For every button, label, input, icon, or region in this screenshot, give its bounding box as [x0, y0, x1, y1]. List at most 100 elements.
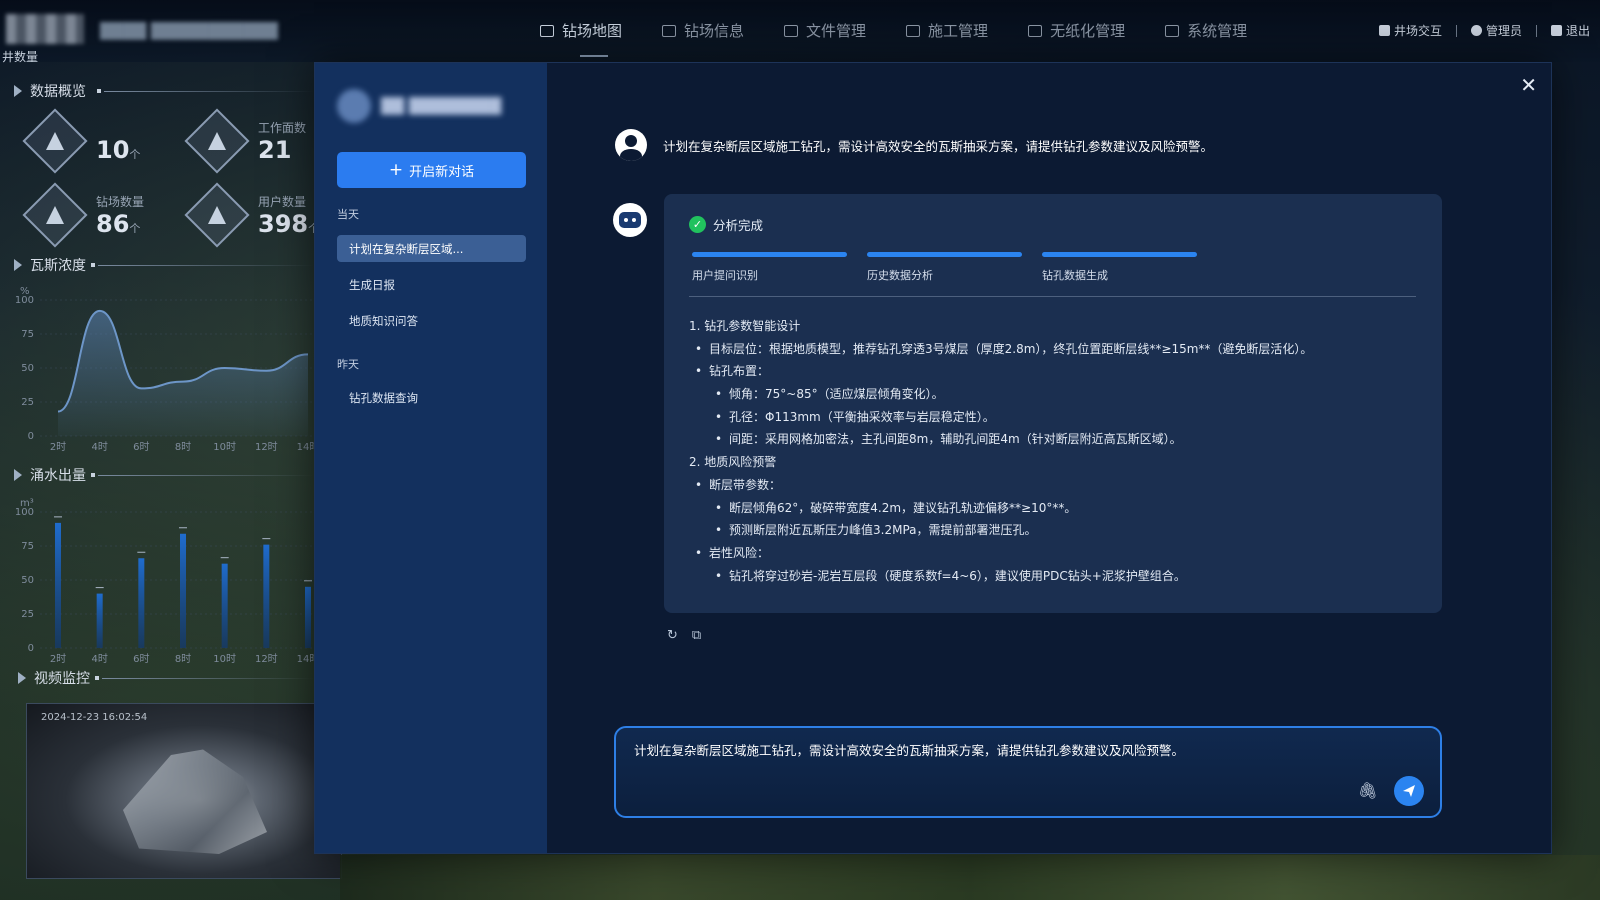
new-chat-button[interactable]: + 开启新对话 — [337, 152, 526, 188]
paperclip-icon[interactable]: 🖇 — [1358, 781, 1378, 800]
stat-card: 钻场数量 86个 — [22, 182, 144, 248]
mountain-icon — [22, 182, 88, 248]
answer-line: • 钻孔布置： — [689, 360, 1429, 383]
video-feed[interactable]: 2024-12-23 16:02:54 — [26, 703, 342, 879]
logout-button[interactable]: 退出 — [1550, 22, 1590, 39]
interaction-button[interactable]: 井场交互 — [1378, 22, 1442, 39]
new-chat-label: 开启新对话 — [409, 164, 475, 180]
top-navigation-bar: ████ ███████████ 井数量 钻场地图 钻场信息 文件管理 施工管理… — [0, 0, 1600, 64]
analysis-status: ✓ 分析完成 — [689, 215, 763, 234]
section-title-text: 视频监控 — [34, 671, 90, 687]
stat-value: 86个 — [96, 210, 141, 238]
history-group-label: 当天 — [337, 208, 359, 221]
folder-icon — [784, 24, 799, 37]
answer-line-text: 钻孔布置： — [709, 364, 770, 379]
history-item[interactable]: 生成日报 — [337, 271, 526, 298]
water-bar — [138, 558, 145, 648]
nav-item-system[interactable]: 系统管理 — [1165, 20, 1247, 41]
chat-input[interactable]: 计划在复杂断层区域施工钻孔，需设计高效安全的瓦斯抽采方案，请提供钻孔参数建议及风… — [634, 740, 1184, 759]
user-name: 管理员 — [1485, 24, 1522, 38]
assistant-answer-card: ✓ 分析完成 用户提问识别 历史数据分析 钻孔数据生成 1. 钻孔参数智能设计 •… — [664, 194, 1442, 613]
caret-icon — [14, 469, 22, 481]
nav-item-construction[interactable]: 施工管理 — [906, 20, 988, 41]
answer-line-text: 钻孔将穿过砂岩-泥岩互层段（硬度系数f=4~6），建议使用PDC钻头+泥浆护壁组… — [729, 568, 1186, 583]
section-title-text: 涌水出量 — [30, 468, 86, 484]
y-tick-label: 50 — [21, 363, 34, 374]
history-group-label: 昨天 — [337, 358, 359, 371]
answer-line-text: 间距：采用网格加密法，主孔间距8m，辅助孔间距4m（针对断层附近高瓦斯区域）。 — [729, 432, 1182, 447]
caret-icon — [18, 672, 26, 684]
chat-input-box[interactable]: 计划在复杂断层区域施工钻孔，需设计高效安全的瓦斯抽采方案，请提供钻孔参数建议及风… — [614, 726, 1442, 818]
overview-section-title: 数据概览 — [14, 81, 86, 101]
water-bar — [55, 522, 61, 648]
send-button[interactable] — [1394, 776, 1424, 806]
history-item[interactable]: 计划在复杂断层区域... — [337, 235, 526, 262]
nav-item-file-management[interactable]: 文件管理 — [784, 20, 866, 41]
answer-line: • 倾角：75°~85°（适应煤层倾角变化）。 — [689, 383, 1429, 406]
step-progress-bar — [867, 252, 1022, 257]
x-tick-label: 8时 — [175, 441, 191, 453]
answer-line-text: 断层带参数： — [709, 477, 782, 492]
y-tick-label: 75 — [21, 329, 34, 340]
answer-line-text: 2. 地质风险预警 — [689, 455, 777, 470]
mountain-icon — [184, 182, 250, 248]
x-tick-label: 6时 — [133, 653, 149, 665]
answer-line-text: 倾角：75°~85°（适应煤层倾角变化）。 — [729, 387, 944, 402]
y-tick-label: 100 — [15, 507, 34, 518]
nav-item-label: 无纸化管理 — [1050, 22, 1126, 40]
water-bar — [221, 563, 228, 648]
nav-item-site-map[interactable]: 钻场地图 — [540, 20, 622, 41]
ai-chat-modal: ██ ████████ + 开启新对话 当天 计划在复杂断层区域... 生成日报… — [314, 62, 1552, 854]
water-inflow-chart: m³02550751002时 4时 6时 8时 10时 12时 14时 — [15, 498, 319, 665]
gas-section-title: 瓦斯浓度 — [14, 255, 86, 275]
answer-line: • 孔径：Φ113mm（平衡抽采效率与岩层稳定性）。 — [689, 406, 1429, 429]
nav-item-site-info[interactable]: 钻场信息 — [662, 20, 744, 41]
history-item[interactable]: 钻孔数据查询 — [337, 384, 526, 411]
bullet-icon: • — [715, 432, 723, 447]
send-icon — [1403, 785, 1415, 797]
answer-line: 2. 地质风险预警 — [689, 451, 1429, 474]
stat-card: 工作面数 21 — [184, 108, 307, 174]
user-menu[interactable]: 管理员 — [1470, 22, 1522, 39]
plus-icon: + — [388, 159, 404, 180]
answer-line: 1. 钻孔参数智能设计 — [689, 315, 1429, 338]
divider — [102, 678, 314, 679]
step-label: 历史数据分析 — [867, 269, 933, 282]
user-avatar-icon — [615, 129, 647, 161]
stat-label: 工作面数 — [258, 121, 307, 135]
bullet-icon: • — [715, 523, 723, 538]
status-text: 分析完成 — [713, 218, 764, 233]
water-bar — [305, 586, 311, 648]
divider — [91, 263, 95, 267]
copy-icon[interactable]: ⧉ — [692, 628, 701, 643]
assistant-name: ██ ████████ — [381, 97, 502, 115]
bullet-icon: • — [715, 409, 723, 424]
close-icon[interactable]: ✕ — [1520, 75, 1537, 95]
water-bar — [180, 533, 186, 648]
user-message-row: 计划在复杂断层区域施工钻孔，需设计高效安全的瓦斯抽采方案，请提供钻孔参数建议及风… — [615, 129, 1213, 161]
answer-line-text: 孔径：Φ113mm（平衡抽采效率与岩层稳定性）。 — [729, 409, 995, 424]
answer-line: • 断层带参数： — [689, 474, 1429, 497]
x-tick-label: 10时 — [213, 653, 236, 665]
x-tick-label: 12时 — [255, 441, 278, 453]
x-tick-label: 12时 — [255, 653, 278, 665]
user-message: 计划在复杂断层区域施工钻孔，需设计高效安全的瓦斯抽采方案，请提供钻孔参数建议及风… — [663, 138, 1214, 154]
refresh-icon[interactable]: ↻ — [667, 628, 678, 643]
x-tick-label: 4时 — [91, 653, 107, 665]
chat-history-sidebar: ██ ████████ + 开启新对话 当天 计划在复杂断层区域... 生成日报… — [315, 63, 547, 853]
water-section-title: 涌水出量 — [14, 465, 86, 485]
divider — [91, 473, 95, 477]
document-icon — [1028, 24, 1043, 37]
y-tick-label: 25 — [21, 609, 34, 620]
analysis-step: 历史数据分析 — [867, 252, 1022, 283]
nav-item-label: 文件管理 — [806, 22, 867, 40]
analysis-steps: 用户提问识别 历史数据分析 钻孔数据生成 — [692, 252, 1197, 283]
stat-card: 10个 — [22, 108, 140, 174]
nav-item-paperless[interactable]: 无纸化管理 — [1028, 20, 1125, 41]
history-item[interactable]: 地质知识问答 — [337, 307, 526, 334]
x-tick-label: 2时 — [50, 441, 66, 453]
analysis-step: 钻孔数据生成 — [1042, 252, 1197, 283]
x-tick-label: 6时 — [133, 441, 149, 453]
answer-line: • 钻孔将穿过砂岩-泥岩互层段（硬度系数f=4~6），建议使用PDC钻头+泥浆护壁… — [689, 565, 1429, 588]
x-tick-label: 2时 — [50, 653, 66, 665]
